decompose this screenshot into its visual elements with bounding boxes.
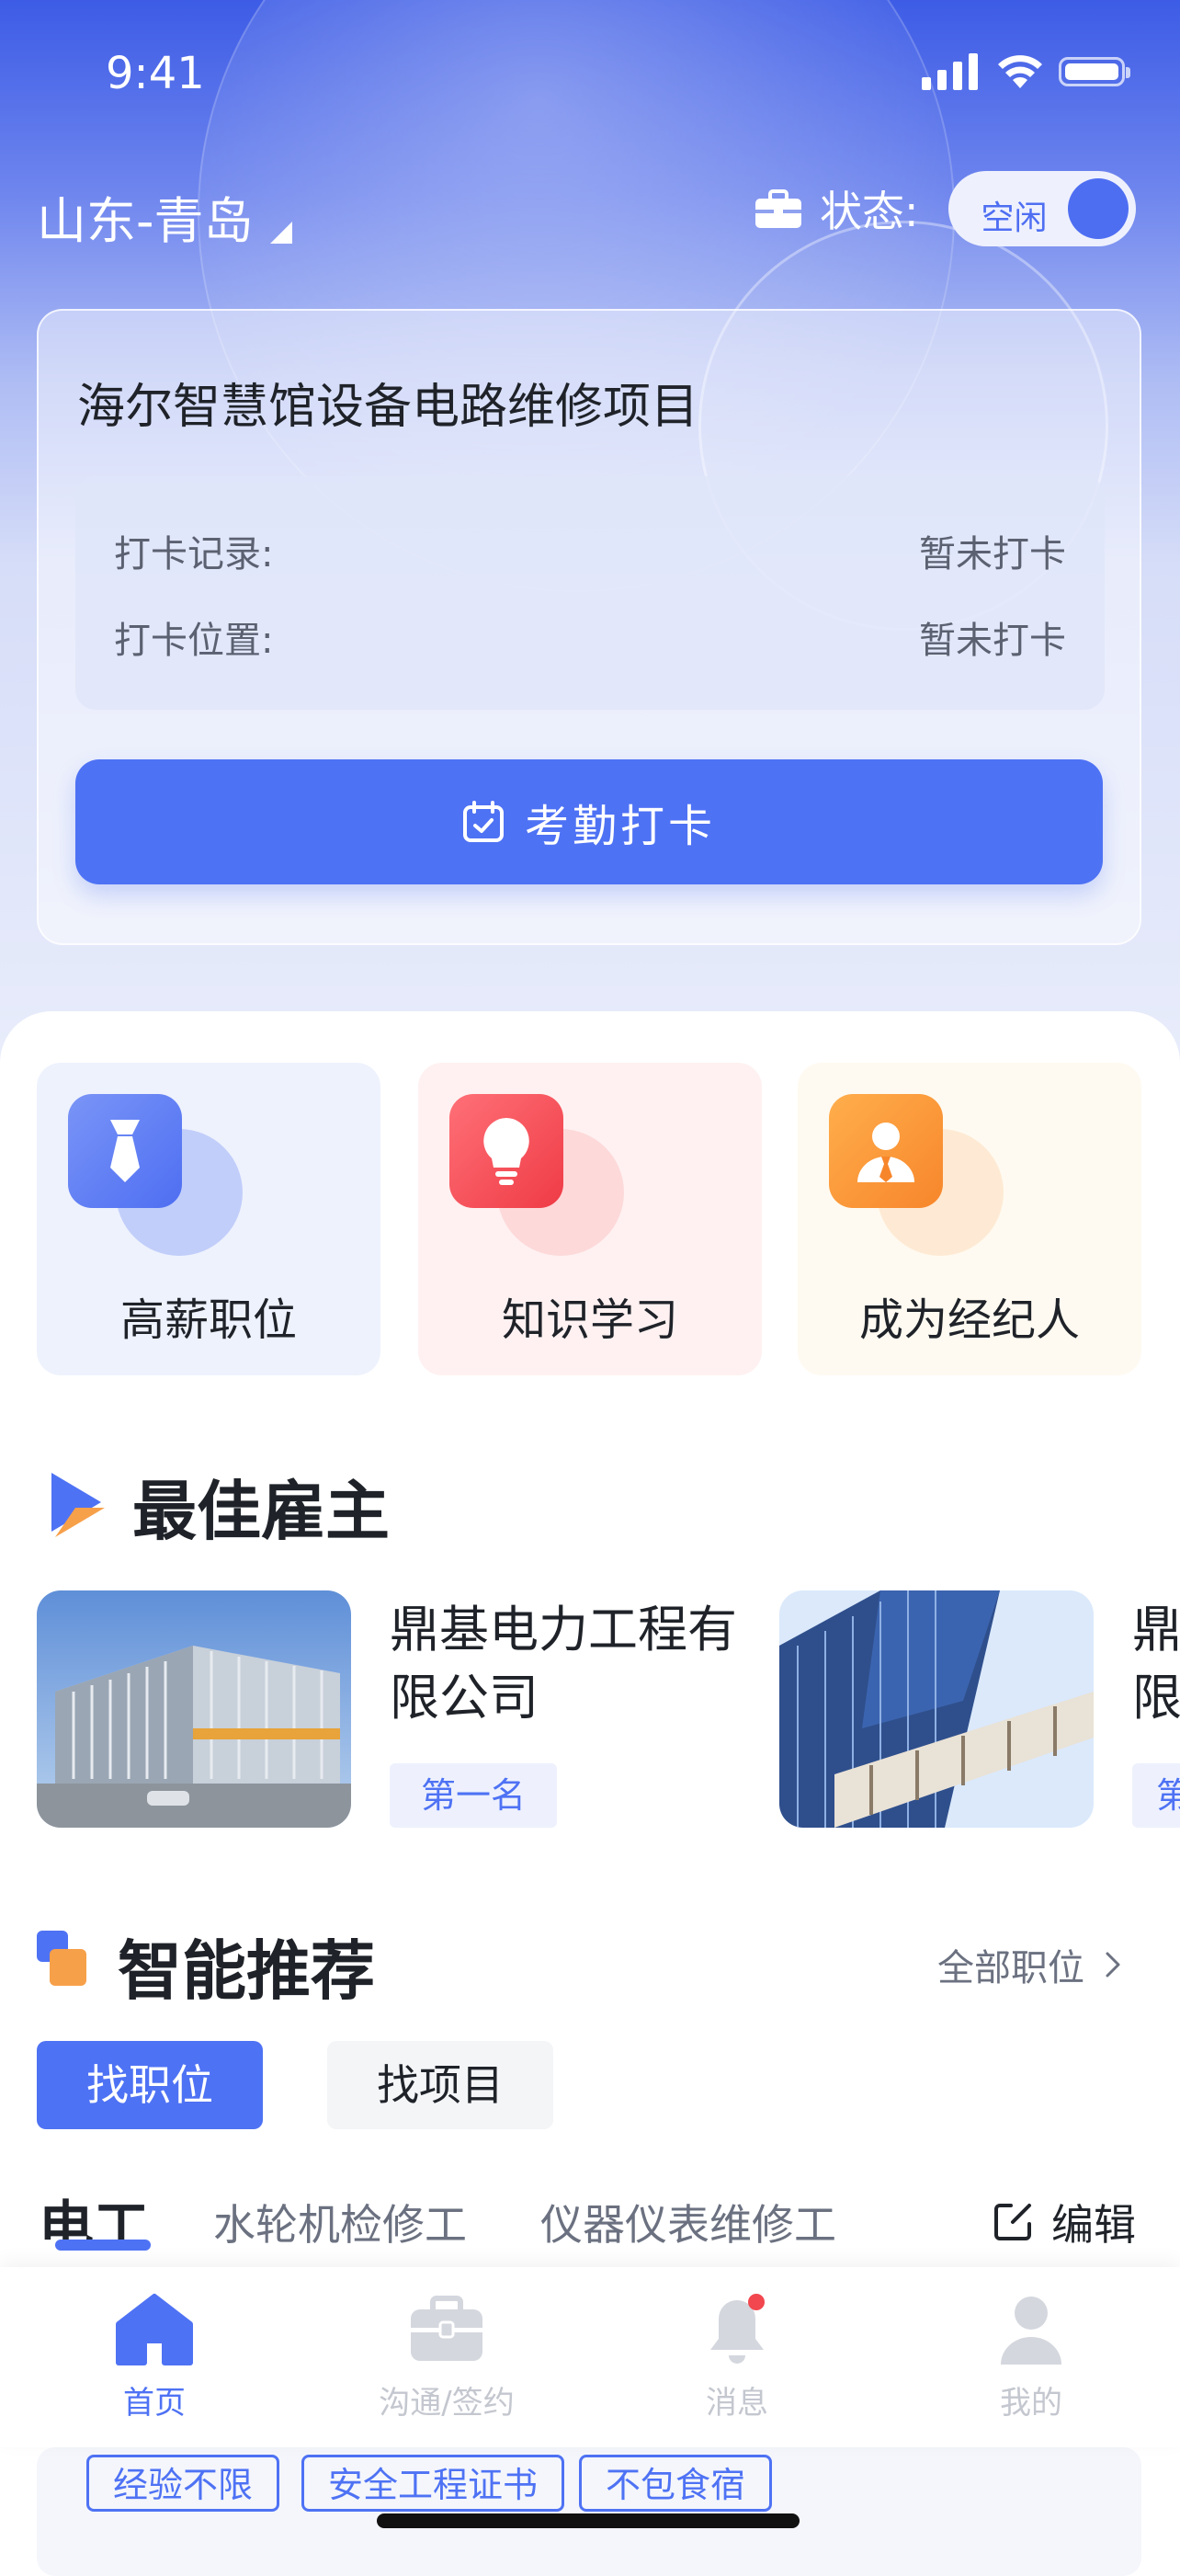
tile-knowledge[interactable]: 知识学习	[418, 1063, 762, 1375]
agent-icon	[829, 1094, 943, 1208]
bell-icon	[710, 2294, 765, 2364]
attendance-card: 海尔智慧馆设备电路维修项目 打卡记录: 暂未打卡 打卡位置: 暂未打卡 考勤打卡	[37, 309, 1141, 945]
location-label: 山东-青岛	[37, 192, 254, 250]
find-job-button[interactable]: 找职位	[37, 2041, 263, 2129]
work-status: 状态: 空闲	[755, 171, 1136, 246]
status-toggle-label: 空闲	[981, 199, 1048, 237]
job-tag: 安全工程证书	[301, 2455, 565, 2512]
find-project-button[interactable]: 找项目	[327, 2041, 553, 2129]
smart-recommend-title: 智能推荐	[118, 1933, 375, 2009]
employer-name-line: 限公司	[390, 1669, 539, 1727]
location-selector[interactable]: 山东-青岛	[37, 180, 292, 253]
caret-down-icon	[269, 221, 292, 244]
job-tag: 不包食宿	[579, 2455, 773, 2512]
tab-communication[interactable]: 沟通/签约	[355, 2293, 539, 2422]
clock-in-label: 考勤打卡	[524, 801, 716, 852]
employer-name[interactable]: 鼎基电力工程有 限公司	[390, 1596, 737, 1732]
clock-record-label: 打卡记录:	[114, 533, 274, 576]
status-toggle[interactable]: 空闲	[947, 171, 1136, 246]
lightbulb-icon	[449, 1094, 563, 1208]
rank-badge: 第	[1132, 1763, 1180, 1828]
tab-home[interactable]: 首页	[62, 2293, 246, 2422]
project-title: 海尔智慧馆设备电路维修项目	[77, 380, 699, 435]
notification-dot	[748, 2294, 765, 2310]
tile-label: 知识学习	[501, 1294, 678, 1346]
briefcase-icon	[755, 189, 801, 228]
user-icon	[1001, 2297, 1061, 2365]
edit-label: 编辑	[1051, 2200, 1136, 2250]
squares-logo-icon	[37, 1931, 86, 1986]
best-employers-title: 最佳雇主	[132, 1474, 390, 1549]
tab-label: 首页	[123, 2385, 186, 2422]
play-logo-icon	[51, 1473, 105, 1537]
briefcase-icon	[411, 2296, 482, 2361]
tab-label: 沟通/签约	[379, 2385, 515, 2422]
chevron-right-icon	[1106, 1952, 1120, 1978]
edit-icon	[994, 2204, 1031, 2240]
calendar-check-icon	[462, 801, 504, 842]
clock-location-label: 打卡位置:	[114, 620, 274, 662]
rank-badge: 第一名	[390, 1763, 558, 1828]
all-jobs-link[interactable]: 全部职位	[937, 1938, 1121, 1991]
home-icon	[116, 2294, 193, 2365]
clock-info-panel: 打卡记录: 暂未打卡 打卡位置: 暂未打卡	[75, 476, 1105, 710]
employer-image[interactable]	[779, 1590, 1094, 1828]
status-label: 状态:	[820, 187, 919, 236]
tile-high-salary[interactable]: 高薪职位	[37, 1063, 380, 1375]
tab-messages[interactable]: 消息	[645, 2293, 829, 2422]
tab-profile[interactable]: 我的	[939, 2293, 1123, 2422]
category-tab-instrument[interactable]: 仪器仪表维修工	[540, 2192, 836, 2252]
employer-name[interactable]: 鼎 限	[1132, 1596, 1180, 1732]
toggle-knob	[1067, 178, 1129, 239]
tile-become-agent[interactable]: 成为经纪人	[798, 1063, 1141, 1375]
clock-location-value: 暂未打卡	[919, 620, 1066, 662]
status-bar: 9:41	[0, 0, 1180, 138]
home-indicator	[377, 2513, 800, 2528]
employer-name-line: 鼎基电力工程有	[390, 1601, 737, 1658]
wifi-icon	[998, 55, 1042, 88]
tab-label: 我的	[1000, 2385, 1062, 2422]
status-time: 9:41	[106, 48, 205, 99]
clock-record-value: 暂未打卡	[919, 533, 1066, 576]
employer-name-line: 鼎	[1132, 1601, 1180, 1658]
tile-label: 成为经纪人	[858, 1294, 1080, 1346]
employer-name-line: 限	[1132, 1669, 1180, 1727]
tab-label: 消息	[706, 2385, 768, 2422]
job-tag: 经验不限	[86, 2455, 280, 2512]
tie-icon	[68, 1094, 182, 1208]
all-jobs-label: 全部职位	[937, 1947, 1084, 1989]
category-tab-turbine[interactable]: 水轮机检修工	[213, 2192, 467, 2252]
clock-in-button[interactable]: 考勤打卡	[75, 759, 1103, 884]
tile-label: 高薪职位	[119, 1294, 297, 1346]
active-tab-indicator	[55, 2240, 151, 2251]
battery-icon	[1059, 57, 1130, 86]
edit-categories-button[interactable]: 编辑	[991, 2192, 1136, 2252]
employer-image[interactable]	[37, 1590, 351, 1828]
bottom-tab-bar: 首页 沟通/签约 消息 我的	[0, 2267, 1180, 2447]
cellular-signal-icon	[922, 53, 978, 90]
